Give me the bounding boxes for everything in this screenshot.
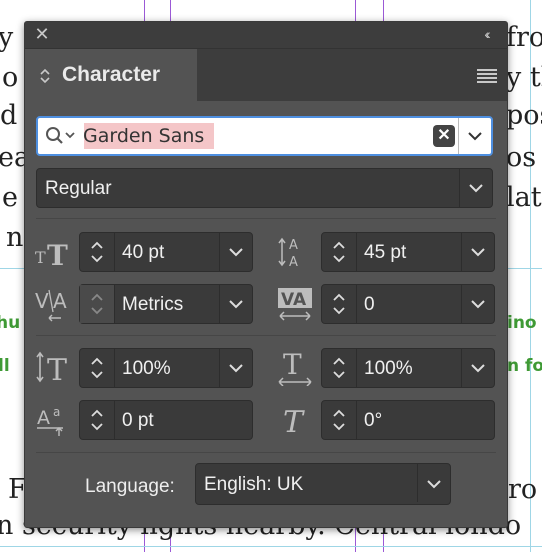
font-style-select[interactable]: Regular: [36, 168, 493, 208]
skew-icon: T: [277, 402, 315, 440]
language-value: English: UK: [204, 474, 304, 495]
svg-text:A: A: [289, 255, 298, 270]
svg-text:a: a: [53, 405, 60, 419]
chevron-down-icon[interactable]: [417, 464, 450, 502]
updown-arrows-icon: [39, 67, 51, 84]
vertical-scale-value: 100%: [122, 358, 171, 379]
search-icon[interactable]: [45, 126, 79, 146]
horizontal-scale-stepper[interactable]: [322, 349, 357, 387]
chevron-down-icon[interactable]: [461, 285, 494, 323]
tracking-stepper[interactable]: [322, 285, 357, 323]
tracking-control[interactable]: 0: [321, 284, 495, 324]
clear-icon[interactable]: ✕: [433, 125, 455, 147]
kerning-control[interactable]: Metrics: [79, 284, 253, 324]
tab-label: Character: [62, 63, 161, 86]
font-family-dropdown[interactable]: [458, 118, 491, 154]
svg-text:T: T: [47, 239, 68, 269]
divider: [36, 335, 496, 336]
green-text-line: hu: [0, 313, 21, 333]
character-panel: ✕ ‹‹ Character ✕ Regular TT: [24, 21, 508, 528]
vertical-scale-control[interactable]: 100%: [79, 348, 253, 388]
vertical-scale-stepper[interactable]: [80, 349, 115, 387]
baseline-shift-value: 0 pt: [122, 410, 154, 431]
font-size-icon: TT: [35, 235, 73, 272]
horizontal-scale-icon: T: [277, 348, 315, 387]
svg-text:A: A: [289, 238, 298, 253]
svg-text:A: A: [37, 407, 50, 429]
svg-text:VA: VA: [281, 290, 307, 310]
green-text-line: ino: [507, 313, 537, 333]
svg-text:T: T: [47, 353, 67, 386]
divider: [36, 218, 496, 219]
tracking-icon: VA: [277, 286, 315, 321]
panel-menu-icon[interactable]: [477, 69, 497, 83]
font-style-value: Regular: [45, 178, 112, 199]
doc-text-line: os: [506, 142, 537, 173]
leading-control[interactable]: 45 pt: [321, 232, 495, 272]
doc-text-line: y th: [506, 62, 542, 93]
panel-titlebar[interactable]: ✕ ‹‹: [25, 22, 507, 49]
font-size-stepper[interactable]: [80, 233, 115, 271]
font-size-value: 40 pt: [122, 242, 165, 263]
font-family-input[interactable]: [83, 123, 423, 149]
close-icon[interactable]: ✕: [33, 25, 51, 43]
leading-stepper[interactable]: [322, 233, 357, 271]
horizontal-scale-control[interactable]: 100%: [321, 348, 495, 388]
svg-text:T: T: [283, 405, 305, 438]
green-text-line: ll: [0, 356, 10, 376]
svg-text:T: T: [35, 248, 46, 267]
kerning-icon: VA: [35, 286, 73, 322]
leading-icon: AA: [277, 234, 315, 270]
doc-text-line: ro: [508, 474, 538, 505]
baseline-guide: [0, 546, 542, 547]
tab-character[interactable]: Character: [25, 49, 197, 101]
doc-text-line: posi: [506, 100, 542, 131]
baseline-shift-stepper[interactable]: [80, 401, 115, 439]
doc-text-line: lat: [506, 182, 542, 213]
skew-stepper[interactable]: [322, 401, 357, 439]
language-select[interactable]: English: UK: [195, 463, 451, 505]
baseline-shift-control[interactable]: 0 pt: [79, 400, 253, 440]
panel-tabstrip: Character: [25, 49, 507, 101]
skew-value: 0°: [364, 410, 383, 431]
font-size-control[interactable]: 40 pt: [79, 232, 253, 272]
horizontal-scale-value: 100%: [364, 358, 413, 379]
kerning-stepper[interactable]: [80, 285, 115, 323]
svg-text:A: A: [53, 289, 67, 313]
chevron-down-icon[interactable]: [459, 169, 492, 207]
svg-text:T: T: [283, 350, 302, 381]
baseline-shift-icon: Aa: [35, 402, 73, 436]
chevron-down-icon[interactable]: [461, 349, 494, 387]
font-family-field[interactable]: ✕: [36, 116, 493, 156]
doc-text-line: fro: [506, 22, 542, 53]
leading-value: 45 pt: [364, 242, 407, 263]
divider: [36, 452, 496, 453]
tracking-value: 0: [364, 294, 375, 315]
vertical-scale-icon: T: [35, 350, 73, 388]
svg-text:V: V: [35, 289, 49, 313]
chevron-down-icon[interactable]: [219, 285, 252, 323]
skew-control[interactable]: 0°: [321, 400, 495, 440]
chevron-down-icon[interactable]: [219, 349, 252, 387]
double-chevron-icon[interactable]: ‹‹: [475, 25, 497, 43]
green-text-line: n fo: [507, 356, 542, 376]
kerning-value: Metrics: [122, 294, 184, 315]
language-label: Language:: [85, 476, 175, 497]
chevron-down-icon[interactable]: [461, 233, 494, 271]
chevron-down-icon[interactable]: [219, 233, 252, 271]
